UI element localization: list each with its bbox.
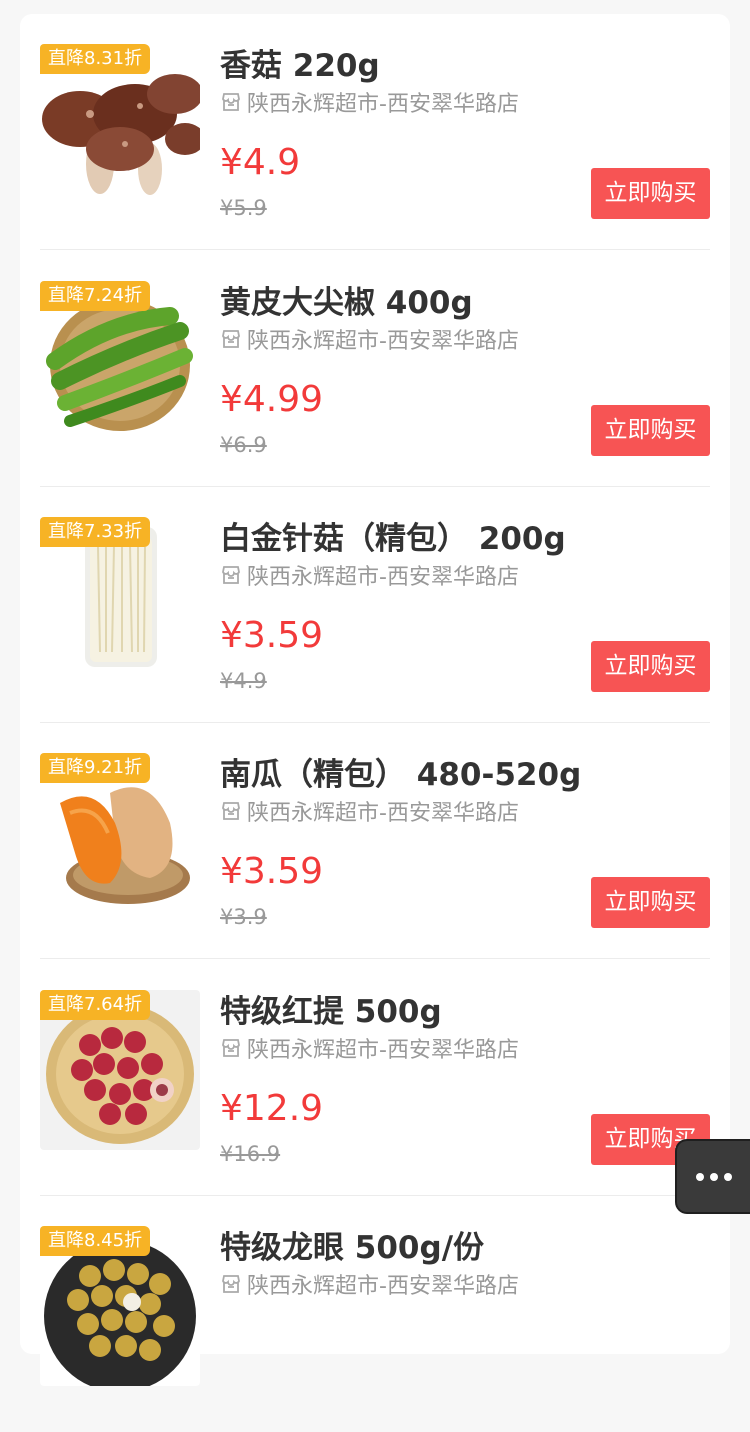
discount-badge: 直降7.64折 [40, 990, 151, 1020]
product-title[interactable]: 南瓜（精包） 480-520g [220, 749, 581, 794]
product-title[interactable]: 黄皮大尖椒 400g [220, 277, 473, 322]
original-price: ¥6.9 [220, 433, 267, 457]
more-dots-icon [709, 1172, 718, 1181]
discount-badge: 直降9.21折 [40, 753, 151, 783]
store-name: 陕西永辉超市-西安翠华路店 [220, 561, 519, 590]
product-title[interactable]: 特级龙眼 500g/份 [220, 1222, 484, 1267]
store-label: 陕西永辉超市-西安翠华路店 [247, 565, 519, 590]
original-price: ¥4.9 [220, 669, 267, 693]
store-icon [222, 1039, 240, 1057]
sale-price: ¥4.9 [220, 142, 301, 183]
original-price: ¥16.9 [220, 1142, 281, 1166]
product-item[interactable]: 直降7.24折 黄皮大尖椒 400g 陕西永辉超市-西安翠华路店 ¥4.99 ¥… [40, 251, 710, 487]
sale-price: ¥3.59 [220, 615, 324, 656]
sale-price: ¥3.59 [220, 851, 324, 892]
original-price: ¥3.9 [220, 905, 267, 929]
store-icon [222, 1275, 240, 1293]
sale-price: ¥4.99 [220, 379, 324, 420]
store-icon [222, 330, 240, 348]
discount-badge: 直降8.45折 [40, 1226, 151, 1256]
store-label: 陕西永辉超市-西安翠华路店 [247, 1038, 519, 1063]
discount-badge: 直降7.33折 [40, 517, 151, 547]
product-list: 直降8.31折 香菇 220g 陕西永辉超市-西安翠华路店 ¥4.9 ¥5.9 … [20, 14, 730, 1386]
product-item[interactable]: 直降9.21折 南瓜（精包） 480-520g 陕西永辉超市-西安翠华路店 ¥3… [40, 723, 710, 959]
divider [40, 958, 710, 959]
more-dots-icon [723, 1172, 732, 1181]
discount-badge: 直降7.24折 [40, 281, 151, 311]
product-title[interactable]: 白金针菇（精包） 200g [220, 513, 566, 558]
store-name: 陕西永辉超市-西安翠华路店 [220, 88, 519, 117]
divider [40, 249, 710, 250]
buy-now-button[interactable]: 立即购买 [591, 168, 710, 219]
store-icon [222, 802, 240, 820]
original-price: ¥5.9 [220, 196, 267, 220]
sale-price: ¥12.9 [220, 1088, 324, 1129]
store-name: 陕西永辉超市-西安翠华路店 [220, 325, 519, 354]
store-label: 陕西永辉超市-西安翠华路店 [247, 329, 519, 354]
store-label: 陕西永辉超市-西安翠华路店 [247, 801, 519, 826]
product-item[interactable]: 直降7.64折 特级红提 500g 陕西永辉超市-西安翠华路店 ¥12.9 ¥1… [40, 960, 710, 1196]
product-title[interactable]: 特级红提 500g [220, 986, 442, 1031]
more-dots-icon [695, 1172, 704, 1181]
product-item[interactable]: 直降8.45折 特级龙眼 500g/份 陕西永辉超市-西安翠华路店 [40, 1196, 710, 1432]
product-title[interactable]: 香菇 220g [220, 40, 380, 85]
store-label: 陕西永辉超市-西安翠华路店 [247, 1274, 519, 1299]
store-name: 陕西永辉超市-西安翠华路店 [220, 797, 519, 826]
buy-now-button[interactable]: 立即购买 [591, 641, 710, 692]
product-item[interactable]: 直降8.31折 香菇 220g 陕西永辉超市-西安翠华路店 ¥4.9 ¥5.9 … [40, 14, 710, 250]
store-icon [222, 566, 240, 584]
buy-now-button[interactable]: 立即购买 [591, 405, 710, 456]
store-name: 陕西永辉超市-西安翠华路店 [220, 1270, 519, 1299]
store-icon [222, 93, 240, 111]
discount-badge: 直降8.31折 [40, 44, 151, 74]
store-label: 陕西永辉超市-西安翠华路店 [247, 92, 519, 117]
store-name: 陕西永辉超市-西安翠华路店 [220, 1034, 519, 1063]
buy-now-button[interactable]: 立即购买 [591, 877, 710, 928]
product-item[interactable]: 直降7.33折 白金针菇（精包） 200g 陕西永辉超市-西安翠华路店 ¥3.5… [40, 487, 710, 723]
more-menu-button[interactable] [675, 1139, 750, 1214]
